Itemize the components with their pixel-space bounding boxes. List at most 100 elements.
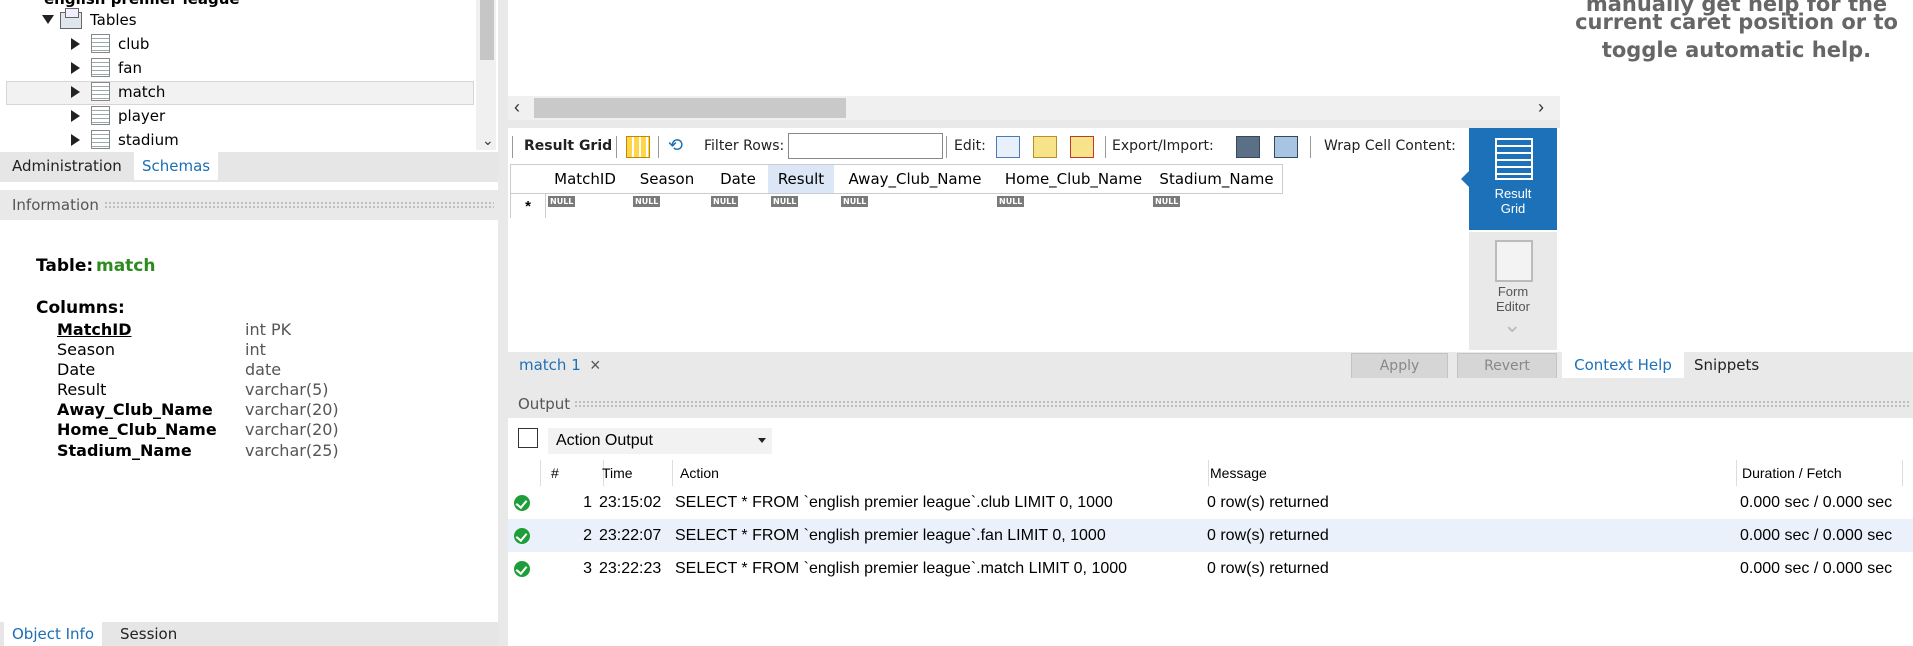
grid-column-header-selected[interactable]: Result	[768, 164, 835, 194]
expand-arrow-icon[interactable]	[42, 15, 54, 24]
column-type: int	[245, 340, 266, 359]
tab-administration[interactable]: Administration	[4, 152, 130, 180]
expand-arrow-icon[interactable]	[71, 110, 80, 122]
output-row-message: 0 row(s) returned	[1207, 527, 1329, 544]
result-grid-button[interactable]: Result Grid	[1469, 128, 1557, 230]
output-column-header[interactable]: Duration / Fetch	[1734, 460, 1903, 486]
tree-tables-label[interactable]: Tables	[90, 9, 137, 31]
editor-results-splitter[interactable]	[508, 120, 1560, 128]
header-grip	[104, 201, 494, 209]
toolbar-separator	[658, 136, 659, 158]
help-text-line-3: toggle automatic help.	[1601, 38, 1872, 62]
null-badge[interactable]: NULL	[771, 196, 799, 207]
output-row-time: 23:22:23	[599, 560, 662, 577]
scroll-left-icon[interactable]: ‹	[514, 96, 520, 118]
tab-snippets[interactable]: Snippets	[1694, 352, 1759, 378]
tree-item-fan[interactable]: fan	[118, 57, 142, 79]
grid-columns-icon[interactable]	[626, 136, 650, 158]
scroll-right-icon[interactable]: ›	[1538, 96, 1544, 118]
null-badge[interactable]: NULL	[997, 196, 1025, 207]
scroll-down-icon[interactable]: ⌄	[482, 132, 494, 149]
toolbar-separator	[1105, 136, 1106, 158]
result-toolbar: Result Grid ⟲ Filter Rows: Edit: Export/…	[508, 128, 1468, 164]
new-row-marker: *	[510, 194, 546, 218]
tab-object-info[interactable]: Object Info	[4, 622, 103, 646]
table-icon	[91, 58, 110, 77]
wrap-cell-label: Wrap Cell Content:	[1324, 138, 1456, 154]
null-badge[interactable]: NULL	[1153, 196, 1181, 207]
selected-pointer-icon	[1461, 170, 1470, 188]
expand-arrow-icon[interactable]	[71, 86, 80, 98]
output-row-number: 1	[583, 494, 592, 511]
import-icon[interactable]	[1274, 136, 1298, 158]
expand-arrow-icon[interactable]	[71, 134, 80, 146]
toolbar-separator	[512, 136, 513, 158]
output-row[interactable]: 2 23:22:07 SELECT * FROM `english premie…	[508, 519, 1913, 552]
column-name: MatchID	[57, 320, 132, 339]
delete-row-icon[interactable]	[1070, 136, 1094, 158]
export-icon[interactable]	[1236, 136, 1260, 158]
column-type: varchar(20)	[245, 420, 339, 439]
edit-row-icon[interactable]	[996, 136, 1020, 158]
result-grid-icon	[1495, 138, 1533, 180]
null-badge[interactable]: NULL	[841, 196, 869, 207]
toolbar-separator	[1310, 136, 1311, 158]
grid-column-header[interactable]: MatchID	[544, 164, 627, 194]
panel-splitter[interactable]	[498, 0, 508, 646]
close-tab-icon[interactable]: ×	[590, 352, 601, 378]
output-selector[interactable]: Action Output	[548, 428, 772, 454]
tab-context-help[interactable]: Context Help	[1562, 352, 1684, 378]
refresh-icon[interactable]: ⟲	[668, 128, 683, 164]
table-icon	[91, 106, 110, 125]
grid-column-header[interactable]: Season	[626, 164, 709, 194]
output-row-time: 23:15:02	[599, 494, 662, 511]
column-type: varchar(20)	[245, 400, 339, 419]
copy-icon[interactable]	[518, 428, 538, 448]
output-row-message: 0 row(s) returned	[1207, 494, 1329, 511]
edit-label: Edit:	[954, 138, 986, 154]
editor-hscrollbar-thumb[interactable]	[534, 98, 846, 118]
filter-rows-label: Filter Rows:	[704, 138, 785, 154]
output-row-duration: 0.000 sec / 0.000 sec	[1740, 494, 1893, 511]
expand-arrow-icon[interactable]	[71, 62, 80, 74]
tab-match-1[interactable]: match 1	[519, 352, 581, 378]
grid-column-header[interactable]: Date	[708, 164, 769, 194]
success-icon	[514, 495, 530, 511]
grid-column-header[interactable]: Home_Club_Name	[996, 164, 1152, 194]
output-column-header[interactable]: Time	[594, 460, 673, 486]
output-selector-value: Action Output	[556, 432, 653, 449]
null-badge[interactable]: NULL	[711, 196, 739, 207]
revert-button[interactable]: Revert	[1457, 353, 1557, 379]
tree-item-match[interactable]: match	[118, 81, 165, 103]
column-name: Date	[57, 360, 96, 379]
output-row-duration: 0.000 sec / 0.000 sec	[1740, 560, 1893, 577]
null-badge[interactable]: NULL	[633, 196, 661, 207]
apply-button[interactable]: Apply	[1351, 353, 1448, 379]
tree-scrollbar-thumb[interactable]	[480, 0, 494, 60]
expand-arrow-icon[interactable]	[71, 38, 80, 50]
output-row-action: SELECT * FROM `english premier league`.f…	[675, 527, 1106, 544]
grid-column-header[interactable]: Stadium_Name	[1151, 164, 1283, 194]
scroll-down-icon[interactable]: ⌄	[1503, 312, 1521, 338]
output-column-header[interactable]: Message	[1202, 460, 1737, 486]
insert-row-icon[interactable]	[1033, 136, 1057, 158]
tree-item-stadium[interactable]: stadium	[118, 129, 179, 151]
output-row[interactable]: 1 23:15:02 SELECT * FROM `english premie…	[508, 486, 1913, 519]
output-column-header[interactable]: Action	[672, 460, 1209, 486]
information-title: Information	[12, 196, 99, 214]
grid-row-header	[510, 164, 546, 194]
output-row[interactable]: 3 23:22:23 SELECT * FROM `english premie…	[508, 552, 1913, 585]
tab-session[interactable]: Session	[112, 622, 185, 646]
column-name: Stadium_Name	[57, 441, 192, 460]
tab-schemas[interactable]: Schemas	[134, 152, 219, 180]
column-type: int PK	[245, 320, 292, 339]
sql-editor[interactable]	[508, 0, 1560, 96]
form-editor-button[interactable]: Form Editor ⌄	[1469, 232, 1557, 350]
table-prefix: Table:	[36, 256, 94, 276]
tree-item-player[interactable]: player	[118, 105, 165, 127]
table-icon	[91, 130, 110, 149]
grid-column-header[interactable]: Away_Club_Name	[834, 164, 997, 194]
null-badge[interactable]: NULL	[548, 196, 576, 207]
tree-item-club[interactable]: club	[118, 33, 149, 55]
filter-rows-input[interactable]	[788, 133, 943, 159]
